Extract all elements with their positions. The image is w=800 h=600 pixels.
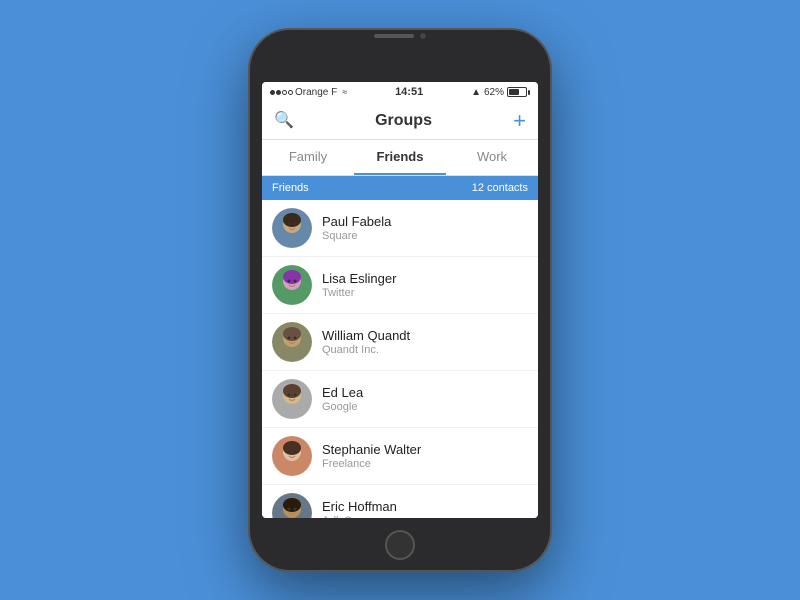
dot-2 <box>276 90 281 95</box>
contacts-list[interactable]: Paul FabelaSquare Lisa EslingerTwitter W… <box>262 200 538 518</box>
contact-company: Freelance <box>322 458 421 470</box>
contact-company: Twitter <box>322 287 396 299</box>
wifi-icon: ≈ <box>342 87 347 97</box>
contact-item[interactable]: William QuandtQuandt Inc. <box>262 314 538 371</box>
battery-tip <box>528 90 530 95</box>
add-button[interactable]: + <box>513 110 526 132</box>
battery-body <box>507 87 527 97</box>
contact-name: Eric Hoffman <box>322 499 397 514</box>
avatar <box>272 436 312 476</box>
battery-fill <box>509 89 519 95</box>
phone-frame: Orange F ≈ 14:51 ▲ 62% <box>250 30 550 570</box>
avatar <box>272 208 312 248</box>
battery-label: 62% <box>484 87 504 98</box>
section-label: Friends <box>272 182 309 194</box>
status-time: 14:51 <box>395 86 423 98</box>
contact-name: Stephanie Walter <box>322 442 421 457</box>
contact-name: William Quandt <box>322 328 410 343</box>
search-icon[interactable]: 🔍 <box>274 113 294 129</box>
contact-item[interactable]: Eric HoffmanJellyCar <box>262 485 538 518</box>
signal-icon: ▲ <box>471 87 481 98</box>
contact-company: Quandt Inc. <box>322 344 410 356</box>
contact-company: Google <box>322 401 363 413</box>
avatar <box>272 322 312 362</box>
contact-company: JellyCar <box>322 515 397 518</box>
contact-name: Lisa Eslinger <box>322 271 396 286</box>
phone-top-bar <box>250 30 550 42</box>
battery-indicator <box>507 87 530 97</box>
dot-1 <box>270 90 275 95</box>
status-bar: Orange F ≈ 14:51 ▲ 62% <box>262 82 538 102</box>
tabs-bar: Family Friends Work <box>262 140 538 176</box>
tab-family[interactable]: Family <box>262 140 354 175</box>
section-count: 12 contacts <box>472 182 528 194</box>
tab-friends[interactable]: Friends <box>354 140 446 175</box>
status-right: ▲ 62% <box>471 87 530 98</box>
tab-work[interactable]: Work <box>446 140 538 175</box>
contact-item[interactable]: Ed LeaGoogle <box>262 371 538 428</box>
contact-item[interactable]: Lisa EslingerTwitter <box>262 257 538 314</box>
avatar <box>272 493 312 518</box>
phone-camera <box>420 33 426 39</box>
carrier-label: Orange F <box>295 87 337 98</box>
home-button[interactable] <box>385 530 415 560</box>
contact-item[interactable]: Paul FabelaSquare <box>262 200 538 257</box>
phone-mockup: Orange F ≈ 14:51 ▲ 62% <box>250 30 550 570</box>
contact-name: Ed Lea <box>322 385 363 400</box>
nav-title: Groups <box>375 112 432 130</box>
status-left: Orange F ≈ <box>270 87 347 98</box>
contact-name: Paul Fabela <box>322 214 391 229</box>
contact-item[interactable]: Stephanie WalterFreelance <box>262 428 538 485</box>
phone-speaker <box>374 34 414 38</box>
phone-screen: Orange F ≈ 14:51 ▲ 62% <box>262 82 538 518</box>
signal-dots <box>270 90 293 95</box>
dot-3 <box>282 90 287 95</box>
avatar <box>272 379 312 419</box>
app-content: Orange F ≈ 14:51 ▲ 62% <box>262 82 538 518</box>
dot-4 <box>288 90 293 95</box>
nav-bar: 🔍 Groups + <box>262 102 538 140</box>
contact-company: Square <box>322 230 391 242</box>
avatar <box>272 265 312 305</box>
section-header: Friends 12 contacts <box>262 176 538 200</box>
